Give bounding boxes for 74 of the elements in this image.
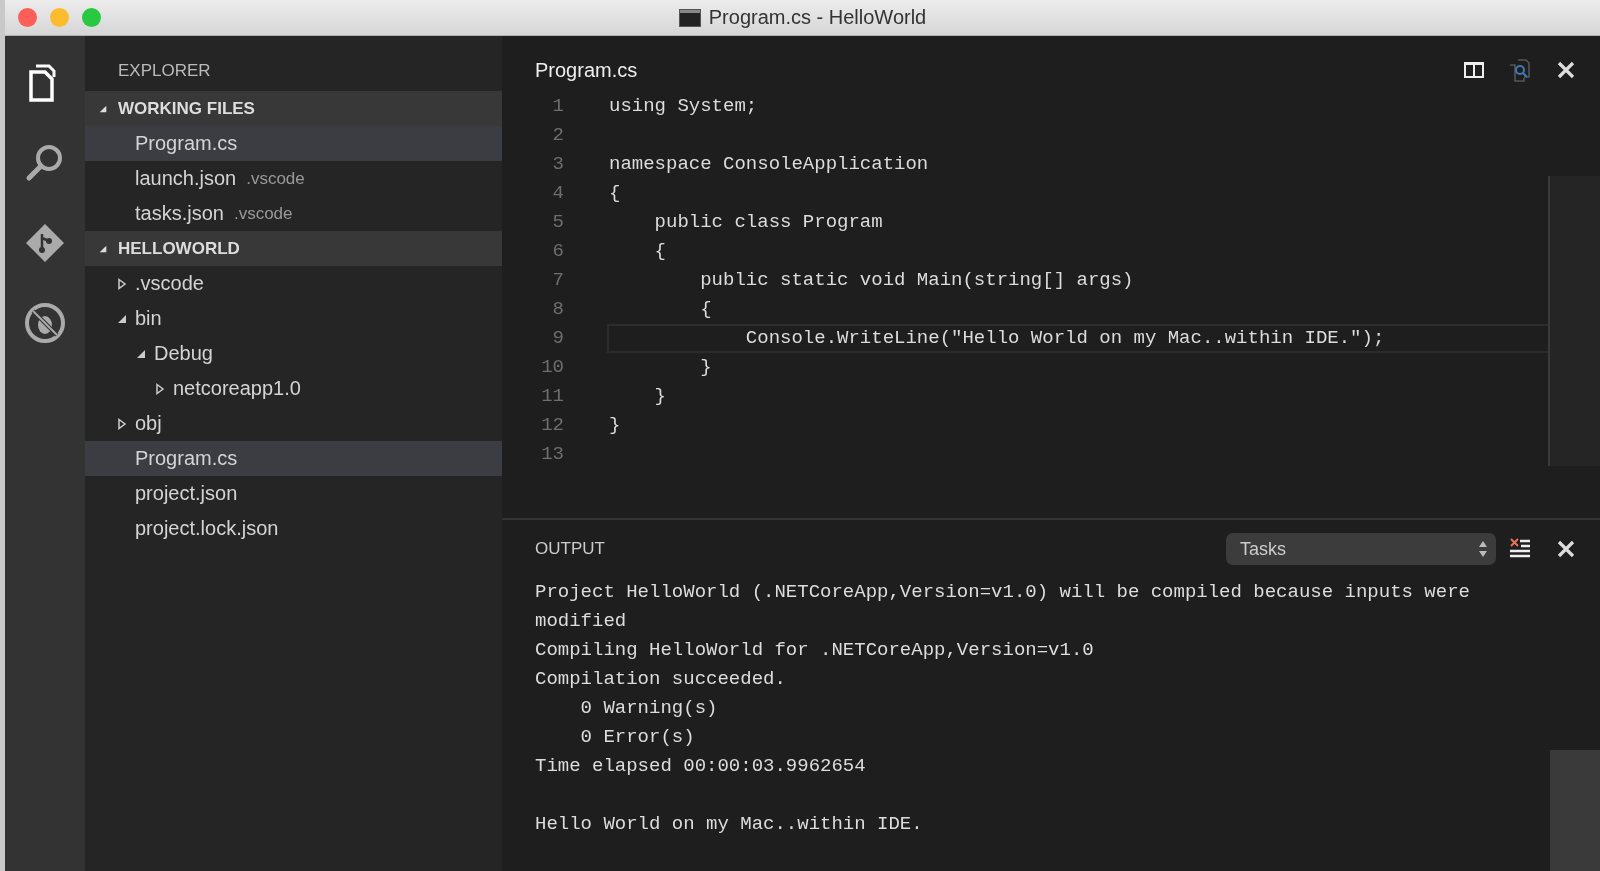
code-line: namespace ConsoleApplication	[608, 152, 930, 177]
output-line: Project HelloWorld (.NETCoreApp,Version=v1.0) will be compiled because inputs were modified	[535, 580, 1471, 634]
section-title: HELLOWORLD	[118, 238, 240, 259]
line-number: 2	[551, 123, 565, 148]
file-row[interactable]: Program.cs	[85, 441, 502, 476]
expand-arrow-icon[interactable]	[117, 417, 127, 430]
code-line: {	[653, 239, 667, 264]
line-number: 11	[540, 384, 565, 409]
folder-row[interactable]: Debug	[85, 336, 502, 371]
file-name: Debug	[154, 342, 213, 365]
terminal-icon	[678, 8, 701, 27]
line-number: 7	[551, 268, 565, 293]
file-name: launch.json	[135, 167, 237, 190]
folder-row[interactable]: obj	[85, 406, 502, 441]
line-number: 4	[551, 181, 565, 206]
output-line: 0 Warning(s)	[579, 696, 719, 721]
output-channel-dropdown[interactable]: Tasks	[1226, 533, 1496, 565]
section-title: WORKING FILES	[118, 98, 255, 119]
output-line: Hello World on my Mac..within IDE.	[535, 812, 924, 837]
expand-arrow-icon[interactable]	[117, 277, 127, 290]
output-line: Time elapsed 00:00:03.9962654	[535, 754, 867, 779]
expand-arrow-icon[interactable]	[98, 243, 108, 254]
folder-row[interactable]: netcoreapp1.0	[85, 371, 502, 406]
line-number: 10	[540, 355, 565, 380]
code-line: }	[653, 384, 667, 409]
file-name: Program.cs	[135, 447, 238, 470]
editor-scrollbar[interactable]	[1548, 176, 1600, 466]
file-name: .vscode	[135, 272, 204, 295]
output-scrollbar[interactable]	[1550, 750, 1600, 871]
file-name: obj	[135, 412, 162, 435]
code-line: public static void Main(string[] args)	[699, 268, 1135, 293]
debug-icon[interactable]	[22, 300, 68, 346]
window-title: Program.cs - HelloWorld	[708, 6, 927, 29]
code-line: {	[608, 181, 622, 206]
file-row[interactable]: project.json	[85, 476, 502, 511]
output-panel-title: OUTPUT	[535, 539, 606, 559]
line-number: 1	[551, 94, 565, 119]
sidebar-title: EXPLORER	[117, 60, 212, 82]
folder-hint: .vscode	[246, 168, 305, 189]
preview-search-button[interactable]	[1508, 58, 1532, 82]
file-name: Program.cs	[135, 132, 238, 155]
file-name: project.json	[135, 482, 238, 505]
line-number: 13	[540, 442, 565, 467]
section-header[interactable]: HELLOWORLD	[85, 231, 502, 266]
up-down-arrows-icon	[1478, 540, 1488, 558]
line-number: 8	[551, 297, 565, 322]
file-row[interactable]: project.lock.json	[85, 511, 502, 546]
file-name: netcoreapp1.0	[173, 377, 301, 400]
code-line: public class Program	[653, 210, 884, 235]
section-header[interactable]: WORKING FILES	[85, 91, 502, 126]
editor-title: Program.cs	[535, 58, 639, 82]
folder-row[interactable]: .vscode	[85, 266, 502, 301]
line-number: 12	[540, 413, 565, 438]
file-row[interactable]: tasks.json .vscode	[85, 196, 502, 231]
file-name: project.lock.json	[135, 517, 279, 540]
line-number: 9	[551, 326, 565, 351]
expand-arrow-icon[interactable]	[98, 103, 108, 114]
expand-arrow-icon[interactable]	[155, 382, 165, 395]
folder-hint: .vscode	[233, 203, 293, 224]
line-number: 5	[551, 210, 565, 235]
code-line: }	[699, 355, 713, 380]
file-row[interactable]: Program.cs	[85, 126, 502, 161]
code-line: using System;	[608, 94, 759, 119]
code-line: }	[608, 413, 622, 438]
output-line: Compilation succeeded.	[535, 667, 787, 692]
folder-row[interactable]: bin	[85, 301, 502, 336]
output-line: 0 Error(s)	[579, 725, 696, 750]
output-line: Compiling HelloWorld for .NETCoreApp,Version=v1.0	[535, 638, 1095, 663]
file-row[interactable]: launch.json .vscode	[85, 161, 502, 196]
file-name: tasks.json	[135, 202, 224, 225]
file-name: bin	[135, 307, 162, 330]
line-number: 3	[551, 152, 565, 177]
code-line: {	[699, 297, 713, 322]
line-number: 6	[551, 239, 565, 264]
